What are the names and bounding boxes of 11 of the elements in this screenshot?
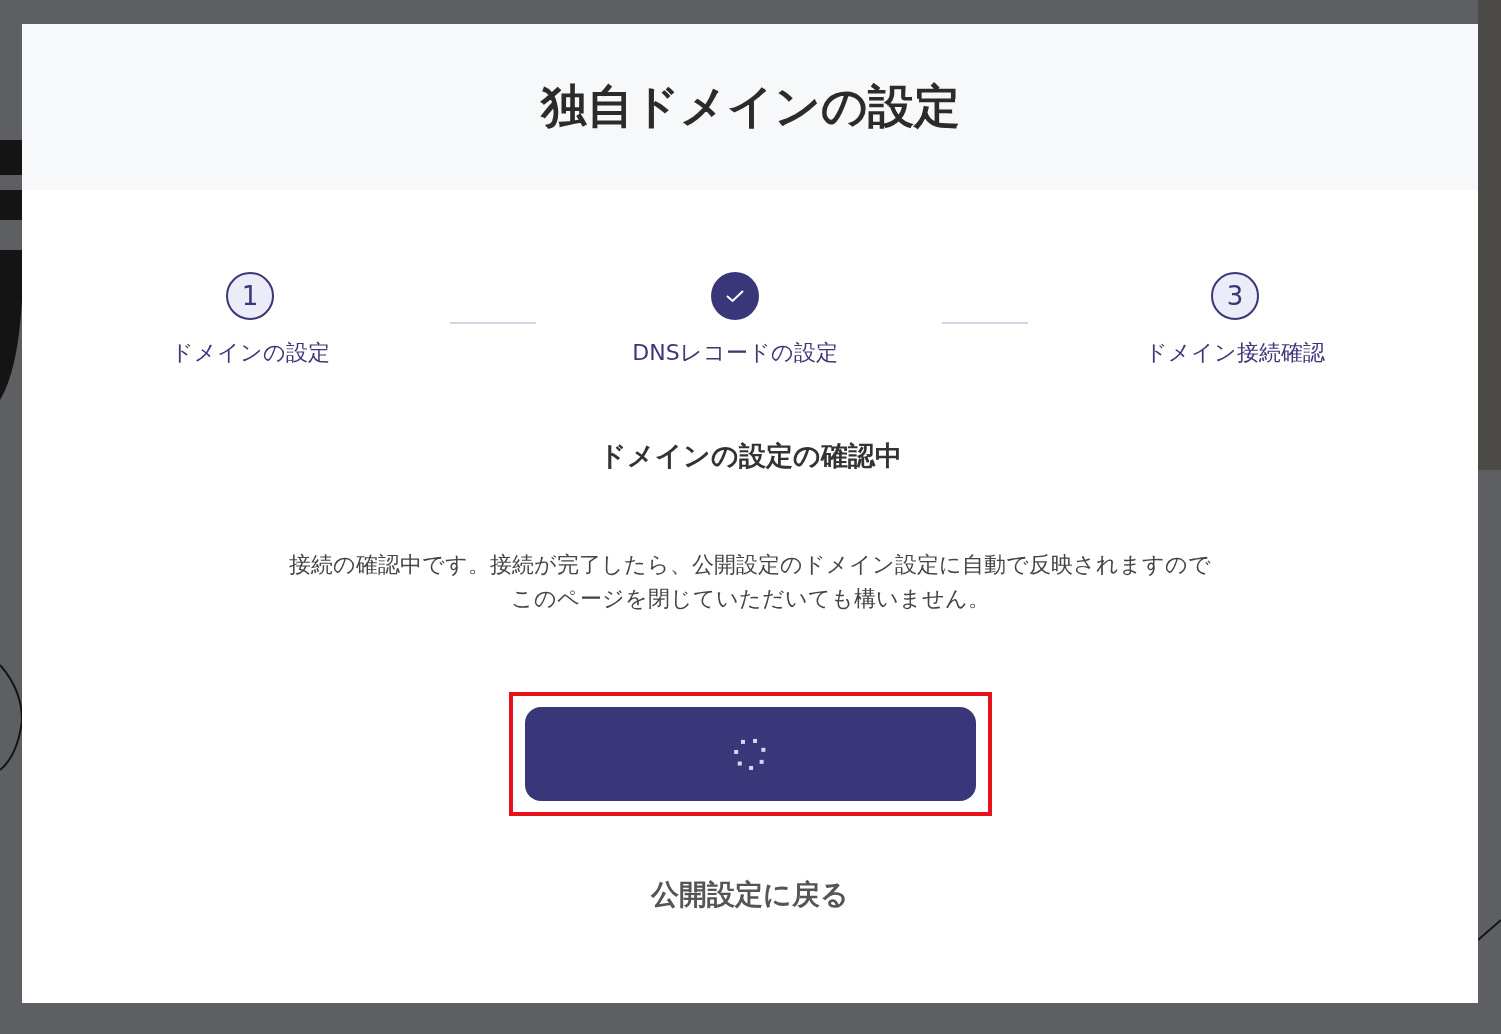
dialog-title: 独自ドメインの設定: [540, 78, 960, 135]
step-label: ドメインの設定: [170, 339, 330, 367]
back-link[interactable]: 公開設定に戻る: [651, 876, 849, 914]
step-label: DNSレコードの設定: [632, 339, 838, 367]
step-label: ドメイン接続確認: [1145, 339, 1325, 367]
loading-button[interactable]: [524, 707, 976, 801]
status-heading: ドメインの設定の確認中: [598, 439, 902, 473]
status-message: 接続の確認中です。接続が完了したら、公開設定のドメイン設定に自動で反映されますので このページを閉じていただいても構いません。: [289, 551, 1211, 613]
spinner-icon: [732, 736, 768, 772]
step-number: 1: [226, 272, 274, 320]
step-number: 3: [1211, 272, 1259, 320]
